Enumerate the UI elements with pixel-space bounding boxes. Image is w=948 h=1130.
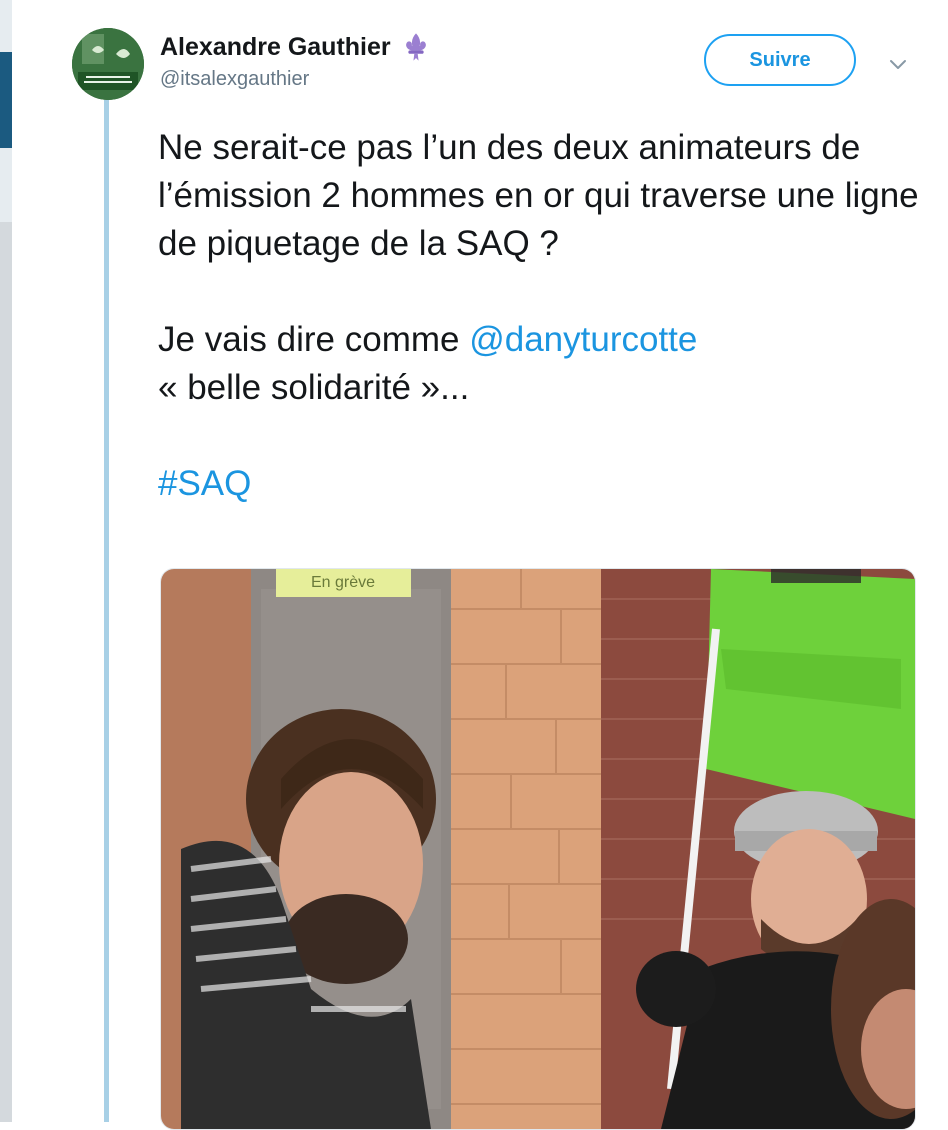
background-page-strip [0, 0, 12, 1122]
photo-sign-text: En grève [311, 574, 375, 591]
author-handle[interactable]: @itsalexgauthier [160, 68, 309, 91]
tweet-text: Ne serait-ce pas l’un des deux animateur… [158, 124, 938, 508]
author-name-row[interactable]: Alexandre Gauthier [160, 30, 433, 64]
tweet-text-paragraph-2: Je vais dire comme @danyturcotte [158, 316, 938, 364]
chevron-down-icon[interactable] [886, 52, 910, 76]
fleur-de-lis-icon [405, 33, 426, 61]
hashtag-link[interactable]: #SAQ [158, 464, 251, 503]
thread-connector-line [104, 100, 109, 1122]
tweet-photo[interactable]: En grève [160, 568, 916, 1130]
avatar[interactable] [72, 28, 144, 100]
mention-link[interactable]: @danyturcotte [469, 320, 697, 359]
avatar-image [72, 28, 144, 100]
tweet-text-line-3: « belle solidarité »... [158, 368, 470, 407]
tweet-text-paragraph-1: Ne serait-ce pas l’un des deux animateur… [158, 128, 919, 263]
follow-button[interactable]: Suivre [704, 34, 856, 86]
author-display-name[interactable]: Alexandre Gauthier [160, 33, 391, 62]
background-fragment [0, 222, 12, 1122]
tweet-text-line-2: Je vais dire comme [158, 320, 470, 359]
background-header-fragment [0, 52, 12, 148]
photo-image: En grève [161, 569, 915, 1129]
